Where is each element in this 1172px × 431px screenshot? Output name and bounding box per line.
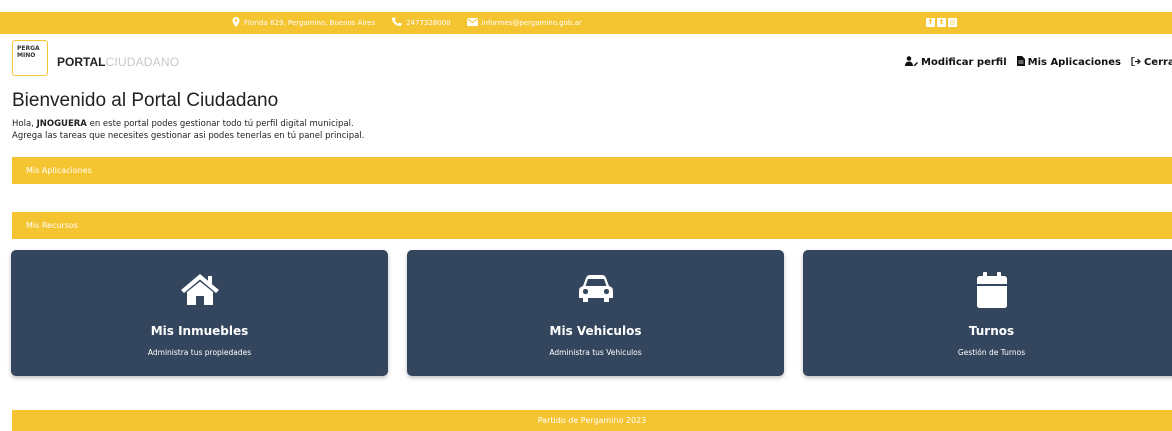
card-title: Turnos <box>968 324 1015 338</box>
logo-line-2: MINO <box>17 52 36 59</box>
house-icon <box>11 272 388 306</box>
user-nav: Modificar perfil Mis Aplicaciones Cerrar… <box>905 55 1172 69</box>
footer-text: Partido de Pergamino 2023 <box>537 416 647 425</box>
map-pin-icon <box>232 17 240 29</box>
card-subtitle: Administra tus propiedades <box>147 348 252 357</box>
email-text[interactable]: informes@pergamino.gob.ar <box>482 19 582 27</box>
card-title: Mis Inmuebles <box>150 324 249 338</box>
card-mis-inmuebles[interactable]: Mis Inmuebles Administra tus propiedades <box>11 250 388 376</box>
intro-line-2: Agrega las tareas que necesites gestiona… <box>12 131 365 141</box>
card-subtitle: Administra tus Vehiculos <box>549 348 642 357</box>
username: JNOGUERA <box>36 119 87 129</box>
modify-profile-link[interactable]: Modificar perfil <box>905 56 1007 69</box>
card-title: Mis Vehiculos <box>549 324 642 338</box>
card-subtitle: Gestión de Turnos <box>957 348 1026 357</box>
card-mis-vehiculos[interactable]: Mis Vehiculos Administra tus Vehiculos <box>407 250 784 376</box>
portal-brand[interactable]: PORTALCIUDADANO <box>57 55 179 69</box>
intro-hello: Hola, <box>12 119 34 129</box>
address-item: Florida 629, Pergamino, Buenos Aires <box>232 17 375 29</box>
car-icon <box>407 272 784 306</box>
my-resources-section-bar[interactable]: Mis Recursos <box>12 212 1172 239</box>
logo-line-1: PERGA <box>17 45 40 52</box>
contact-info: Florida 629, Pergamino, Buenos Aires 247… <box>232 12 592 34</box>
user-edit-icon <box>905 56 918 69</box>
sign-out-icon <box>1131 55 1141 69</box>
social-links: f t ◎ <box>926 18 957 27</box>
my-apps-link[interactable]: Mis Aplicaciones <box>1016 56 1121 69</box>
twitter-icon[interactable]: t <box>937 18 946 27</box>
instagram-icon[interactable]: ◎ <box>948 18 957 27</box>
logout-link[interactable]: Cerrar sesión <box>1131 55 1172 69</box>
brand-light: CIUDADANO <box>105 55 180 69</box>
phone-text[interactable]: 2477328000 <box>406 19 451 27</box>
modify-profile-label: Modificar perfil <box>921 57 1007 68</box>
phone-icon <box>391 17 402 29</box>
email-item[interactable]: informes@pergamino.gob.ar <box>466 18 582 28</box>
envelope-icon <box>466 18 478 28</box>
calendar-icon <box>803 272 1172 308</box>
intro-text: Hola, JNOGUERA en este portal podes gest… <box>12 118 364 142</box>
footer: Partido de Pergamino 2023 <box>12 410 1172 431</box>
my-apps-section-bar[interactable]: Mis Aplicaciones <box>12 157 1172 184</box>
my-resources-section-label: Mis Recursos <box>26 221 78 230</box>
logout-label: Cerrar sesión <box>1143 57 1172 68</box>
document-icon <box>1016 56 1025 69</box>
intro-line-1-rest: en este portal podes gestionar todo tú p… <box>89 119 354 129</box>
my-apps-label: Mis Aplicaciones <box>1027 57 1121 68</box>
address-text: Florida 629, Pergamino, Buenos Aires <box>244 19 376 27</box>
intro-line-1: Hola, JNOGUERA en este portal podes gest… <box>12 118 364 130</box>
top-contact-bar: Florida 629, Pergamino, Buenos Aires 247… <box>0 12 1172 34</box>
facebook-icon[interactable]: f <box>926 18 935 27</box>
card-turnos[interactable]: Turnos Gestión de Turnos <box>803 250 1172 376</box>
page-title: Bienvenido al Portal Ciudadano <box>12 90 279 111</box>
my-apps-section-label: Mis Aplicaciones <box>26 166 92 175</box>
phone-item[interactable]: 2477328000 <box>391 17 451 29</box>
pergamino-logo[interactable]: PERGA MINO <box>12 40 48 76</box>
brand-bold: PORTAL <box>57 55 106 69</box>
